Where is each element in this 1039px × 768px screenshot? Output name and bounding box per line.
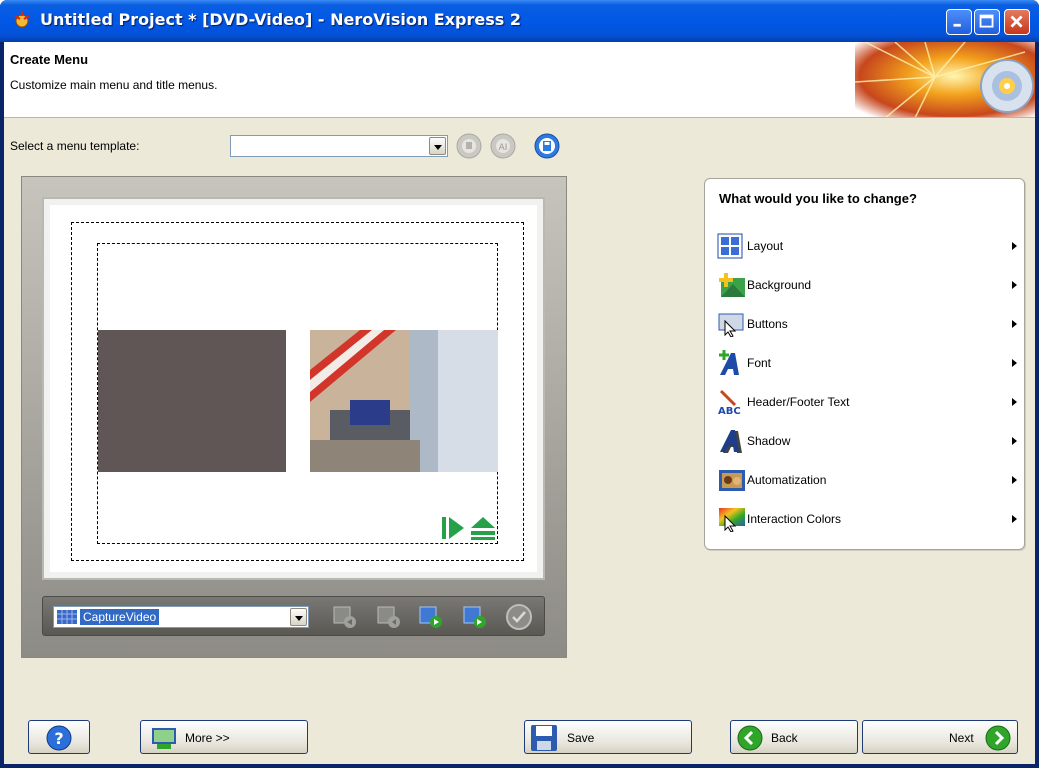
change-item-header-footer-text[interactable]: ABC Header/Footer Text bbox=[715, 385, 1019, 419]
next-arrow-icon bbox=[985, 725, 1011, 751]
window-title: Untitled Project * [DVD-Video] - NeroVis… bbox=[40, 10, 521, 29]
page-title: Create Menu bbox=[10, 52, 89, 67]
background-icon bbox=[719, 273, 745, 297]
chevron-right-icon bbox=[1012, 320, 1017, 328]
menu-preview-frame bbox=[42, 197, 545, 580]
eject-icon bbox=[471, 517, 495, 540]
shadow-icon bbox=[720, 430, 742, 453]
menu-template-value bbox=[233, 138, 239, 154]
page-header: Create Menu Customize main menu and titl… bbox=[4, 42, 1035, 118]
title-thumbnail-1[interactable] bbox=[98, 330, 286, 472]
chevron-right-icon bbox=[1012, 437, 1017, 445]
menu-grid-icon bbox=[57, 610, 77, 624]
change-item-label: Automatization bbox=[747, 473, 827, 487]
back-button-label: Back bbox=[771, 731, 798, 745]
title-bar[interactable]: Untitled Project * [DVD-Video] - NeroVis… bbox=[0, 0, 1039, 42]
menu-template-select[interactable] bbox=[230, 135, 448, 157]
change-item-font[interactable]: Font bbox=[715, 346, 1019, 380]
next-title-button[interactable] bbox=[419, 605, 443, 629]
check-button[interactable] bbox=[505, 603, 533, 631]
change-item-interaction-colors[interactable]: Interaction Colors bbox=[715, 502, 1019, 536]
chevron-right-icon bbox=[1012, 476, 1017, 484]
save-button[interactable]: Save bbox=[524, 720, 692, 754]
more-options-icon bbox=[152, 728, 176, 749]
change-item-label: Shadow bbox=[747, 434, 791, 448]
close-icon bbox=[1010, 15, 1023, 28]
svg-text:?: ? bbox=[54, 729, 63, 748]
change-item-background[interactable]: Background bbox=[715, 268, 1019, 302]
chevron-right-icon bbox=[1012, 242, 1017, 250]
chevron-right-icon bbox=[1012, 398, 1017, 406]
back-button[interactable]: Back bbox=[730, 720, 858, 754]
app-logo-icon bbox=[14, 12, 30, 28]
chevron-down-icon bbox=[295, 616, 303, 621]
more-button[interactable]: More >> bbox=[140, 720, 308, 754]
preview-toolbar: CaptureVideo bbox=[42, 596, 545, 636]
help-icon: ? bbox=[46, 725, 72, 751]
auto-template-button[interactable]: AI bbox=[490, 133, 516, 159]
chevron-right-icon bbox=[1012, 359, 1017, 367]
save-button-label: Save bbox=[567, 731, 595, 745]
title-selector-value: CaptureVideo bbox=[80, 609, 160, 625]
svg-text:AI: AI bbox=[499, 143, 508, 153]
change-panel-title: What would you like to change? bbox=[719, 191, 917, 206]
first-title-button[interactable] bbox=[333, 605, 357, 629]
change-item-shadow[interactable]: Shadow bbox=[715, 424, 1019, 458]
menu-nav-icons bbox=[442, 517, 495, 540]
change-item-label: Font bbox=[747, 356, 772, 370]
play-icon bbox=[442, 517, 464, 539]
menu-preview-panel: CaptureVideo bbox=[21, 176, 567, 658]
header-banner-image bbox=[854, 42, 1035, 117]
back-arrow-icon bbox=[737, 725, 763, 751]
header-footer-text-icon: ABC bbox=[718, 389, 741, 415]
next-button-label: Next bbox=[949, 731, 974, 745]
minimize-button[interactable] bbox=[946, 9, 972, 35]
close-button[interactable] bbox=[1004, 9, 1030, 35]
maximize-icon bbox=[979, 14, 994, 28]
template-dropdown-button[interactable] bbox=[429, 137, 446, 155]
layout-icon bbox=[717, 233, 743, 259]
menu-canvas[interactable] bbox=[50, 205, 537, 572]
change-options-panel: What would you like to change? Layout Ba… bbox=[704, 178, 1025, 550]
chevron-down-icon bbox=[434, 145, 442, 150]
maximize-button[interactable] bbox=[974, 9, 1000, 35]
template-label: Select a menu template: bbox=[10, 139, 140, 153]
change-item-label: Header/Footer Text bbox=[747, 395, 850, 409]
app-window: Untitled Project * [DVD-Video] - NeroVis… bbox=[0, 0, 1039, 768]
previous-title-button[interactable] bbox=[377, 605, 401, 629]
last-title-button[interactable] bbox=[463, 605, 487, 629]
automatization-icon bbox=[719, 470, 745, 491]
change-item-label: Buttons bbox=[747, 317, 788, 331]
change-item-automatization[interactable]: Automatization bbox=[715, 463, 1019, 497]
change-item-layout[interactable]: Layout bbox=[715, 229, 1019, 263]
chevron-right-icon bbox=[1012, 515, 1017, 523]
svg-text:ABC: ABC bbox=[718, 406, 741, 415]
chevron-right-icon bbox=[1012, 281, 1017, 289]
buttons-icon bbox=[718, 313, 744, 337]
change-item-label: Layout bbox=[747, 239, 784, 253]
change-item-buttons[interactable]: Buttons bbox=[715, 307, 1019, 341]
title-selector[interactable]: CaptureVideo bbox=[53, 606, 309, 628]
save-template-button[interactable] bbox=[534, 133, 560, 159]
interaction-colors-icon bbox=[719, 508, 745, 532]
change-item-label: Interaction Colors bbox=[747, 512, 842, 526]
more-button-label: More >> bbox=[185, 731, 230, 745]
import-template-button[interactable] bbox=[456, 133, 482, 159]
floppy-disk-icon bbox=[531, 725, 557, 751]
title-selector-dropdown[interactable] bbox=[290, 608, 307, 626]
font-icon bbox=[719, 350, 739, 375]
page-subtitle: Customize main menu and title menus. bbox=[10, 78, 218, 92]
title-thumbnail-2[interactable] bbox=[310, 330, 498, 472]
next-button[interactable]: Next bbox=[862, 720, 1018, 754]
client-area: Create Menu Customize main menu and titl… bbox=[4, 42, 1035, 764]
change-item-label: Background bbox=[747, 278, 812, 292]
help-button[interactable]: ? bbox=[28, 720, 90, 754]
minimize-icon bbox=[953, 23, 961, 27]
